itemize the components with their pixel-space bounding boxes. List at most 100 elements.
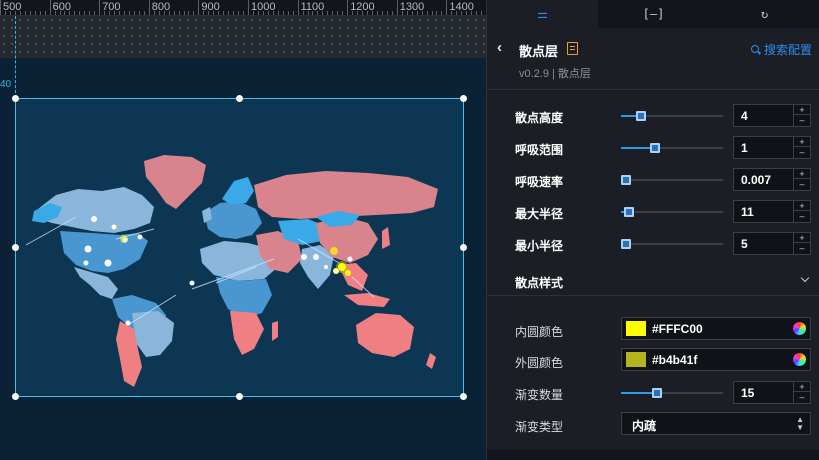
gradient-type-select[interactable]: 内疏 ▲ ▼ xyxy=(621,412,811,435)
resize-handle-top[interactable] xyxy=(236,95,243,102)
ruler-minor-tick xyxy=(153,11,155,15)
ruler-minor-tick xyxy=(312,11,314,15)
outer-color-swatch[interactable] xyxy=(626,352,646,367)
scatter-height-slider[interactable] xyxy=(621,111,723,121)
ruler-minor-tick xyxy=(133,11,135,15)
min-radius-input[interactable]: 5 + – xyxy=(733,232,811,255)
inner-color-picker[interactable]: #FFFC00 xyxy=(621,317,811,340)
resize-handle-bottom-right[interactable] xyxy=(460,393,467,400)
min-radius-slider[interactable] xyxy=(621,239,723,249)
gradient-count-label: 渐变数量 xyxy=(515,388,564,402)
vertical-guide-line[interactable] xyxy=(15,16,16,98)
slider-thumb[interactable] xyxy=(621,239,631,249)
max-radius-value: 11 xyxy=(741,205,754,219)
ruler-minor-tick xyxy=(29,11,31,15)
panel-header: ‹ 散点层 搜索配置 v0.2.9 | 散点层 xyxy=(487,28,819,90)
scatter-height-row: 散点高度 4 + – xyxy=(487,103,819,129)
slider-thumb[interactable] xyxy=(636,111,646,121)
max-radius-row: 最大半径 11 + – xyxy=(487,199,819,225)
ruler-minor-tick xyxy=(238,11,240,15)
ruler-minor-tick xyxy=(39,11,41,15)
ruler-minor-tick xyxy=(158,11,160,15)
ruler-minor-tick xyxy=(282,11,284,15)
resize-handle-left[interactable] xyxy=(12,244,19,251)
decrement-button[interactable]: – xyxy=(794,392,810,402)
slider-thumb[interactable] xyxy=(650,143,660,153)
decrement-button[interactable]: – xyxy=(794,179,810,189)
ruler-major-tick xyxy=(396,0,398,15)
increment-button[interactable]: + xyxy=(794,382,810,392)
breath-range-label: 呼吸范围 xyxy=(515,143,564,157)
land-new-zealand xyxy=(426,353,436,369)
ruler-minor-tick xyxy=(302,11,304,15)
ruler-minor-tick xyxy=(69,11,71,15)
editor-canvas[interactable]: 500 600 700 800 900 1000 1100 1200 1300 1400 40 xyxy=(0,0,486,460)
color-wheel-icon[interactable] xyxy=(793,353,806,366)
ruler-minor-tick xyxy=(466,11,468,15)
slider-thumb[interactable] xyxy=(621,175,631,185)
bracket-icon: [–] xyxy=(642,7,665,21)
resize-handle-bottom-left[interactable] xyxy=(12,393,19,400)
increment-button[interactable]: + xyxy=(794,169,810,179)
color-wheel-icon[interactable] xyxy=(793,322,806,335)
ruler-minor-tick xyxy=(54,11,56,15)
ruler-minor-tick xyxy=(257,11,259,15)
resize-handle-bottom[interactable] xyxy=(236,393,243,400)
slider-thumb[interactable] xyxy=(652,388,662,398)
scatter-height-input[interactable]: 4 + – xyxy=(733,104,811,127)
decrement-button[interactable]: – xyxy=(794,115,810,125)
land-usa xyxy=(60,231,148,273)
ruler-minor-tick xyxy=(277,11,279,15)
gradient-count-input[interactable]: 15 + – xyxy=(733,381,811,404)
increment-button[interactable]: + xyxy=(794,233,810,243)
ruler-minor-tick xyxy=(128,11,130,15)
land-madagascar xyxy=(272,321,278,341)
inner-color-swatch[interactable] xyxy=(626,321,646,336)
breath-range-input[interactable]: 1 + – xyxy=(733,136,811,159)
ruler-major-tick xyxy=(248,0,249,15)
chevron-down-icon[interactable] xyxy=(800,273,810,283)
max-radius-slider[interactable] xyxy=(621,207,723,217)
tab-interaction[interactable]: ↻ xyxy=(709,0,819,28)
config-panel: ⚌ [–] ↻ ‹ 散点层 搜索配置 v0.2.9 | 散点层 散点高度 4 + – 呼… xyxy=(486,0,819,460)
ruler-minor-tick xyxy=(421,11,423,15)
max-radius-label: 最大半径 xyxy=(515,207,564,221)
scatter-style-section[interactable]: 散点样式 xyxy=(487,266,819,296)
gradient-type-row: 渐变类型 内疏 ▲ ▼ xyxy=(487,412,819,438)
tab-data[interactable]: [–] xyxy=(598,0,709,28)
decrement-button[interactable]: – xyxy=(794,243,810,253)
increment-button[interactable]: + xyxy=(794,105,810,115)
ruler-minor-tick xyxy=(307,11,309,15)
min-radius-value: 5 xyxy=(741,237,748,251)
tab-style[interactable]: ⚌ xyxy=(487,0,598,28)
gradient-count-slider[interactable] xyxy=(621,388,723,398)
resize-handle-right[interactable] xyxy=(460,244,467,251)
ruler-minor-tick xyxy=(143,11,145,15)
back-chevron-icon[interactable]: ‹ xyxy=(497,40,511,56)
decrement-button[interactable]: – xyxy=(794,211,810,221)
resize-handle-top-left[interactable] xyxy=(12,95,19,102)
inner-color-value: #FFFC00 xyxy=(652,322,703,336)
world-map-widget[interactable] xyxy=(12,95,467,400)
resize-handle-top-right[interactable] xyxy=(460,95,467,102)
ruler-minor-tick xyxy=(213,11,215,15)
document-icon[interactable] xyxy=(567,42,578,55)
search-config-button[interactable]: 搜索配置 xyxy=(750,41,812,58)
breath-rate-input[interactable]: 0.007 + – xyxy=(733,168,811,191)
slider-thumb[interactable] xyxy=(624,207,634,217)
land-indonesia xyxy=(344,293,390,307)
ruler-minor-tick xyxy=(372,11,373,15)
max-radius-input[interactable]: 11 + – xyxy=(733,200,811,223)
outer-color-picker[interactable]: #b4b41f xyxy=(621,348,811,371)
increment-button[interactable]: + xyxy=(794,137,810,147)
layer-title: 散点层 xyxy=(519,44,559,59)
increment-button[interactable]: + xyxy=(794,201,810,211)
decrement-button[interactable]: – xyxy=(794,147,810,157)
breath-range-slider[interactable] xyxy=(621,143,723,153)
breath-range-value: 1 xyxy=(741,141,748,155)
ruler-minor-tick xyxy=(441,11,443,15)
ruler-minor-tick xyxy=(322,11,324,15)
ruler-minor-tick xyxy=(183,11,185,15)
breath-rate-slider[interactable] xyxy=(621,175,723,185)
guide-position-label: 40 xyxy=(0,79,12,90)
